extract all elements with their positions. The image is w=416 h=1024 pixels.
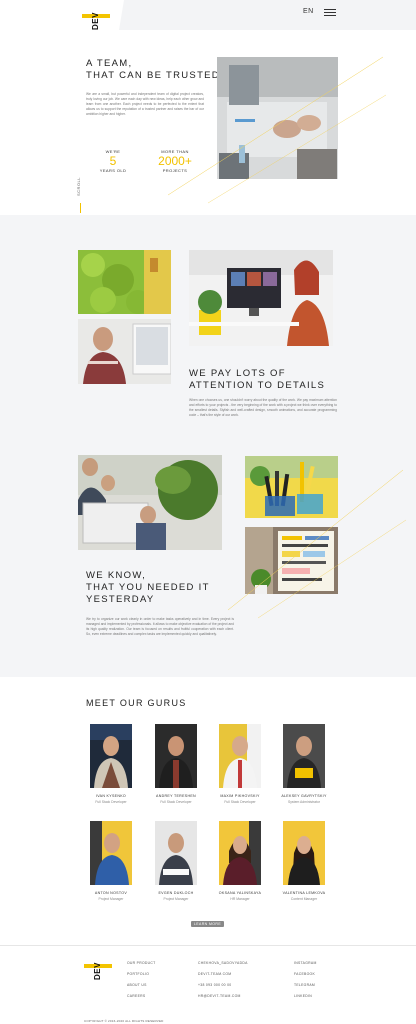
guru-name-8: VALENTINA LEMKOVA — [282, 891, 326, 895]
scroll-line — [80, 203, 81, 213]
guru-role-2: Full Stack Developer — [160, 800, 192, 804]
guru-role-7: HR Manager — [230, 897, 250, 901]
learn-more-button[interactable]: LEARN MORE — [191, 921, 224, 927]
footer-link-product[interactable]: OUR PRODUCT — [127, 961, 156, 965]
know-text: We try to organize our work clearly in o… — [86, 617, 234, 636]
guru-photo-3[interactable] — [219, 724, 261, 788]
guru-role-3: Full Stack Developer — [224, 800, 256, 804]
gurus-section — [0, 677, 416, 945]
footer-phone[interactable]: +38 093 000 00 00 — [198, 983, 231, 987]
language-switch[interactable]: EN — [303, 8, 314, 15]
details-title-line2: ATTENTION TO DETAILS — [189, 380, 326, 391]
guru-photo-2[interactable] — [155, 724, 197, 788]
guru-role-1: Full Stack Developer — [95, 800, 127, 804]
guru-photo-1[interactable] — [90, 724, 132, 788]
footer-linkedin[interactable]: LINKEDIN — [294, 994, 312, 998]
hero-title-line1: A TEAM, — [86, 58, 133, 69]
developer-at-imac-photo — [78, 319, 171, 384]
copyright-text: COPYRIGHT © 2016-2020 ALL RIGHTS RESERVE… — [84, 1019, 164, 1023]
guru-name-2: ANDREY TERESHEN — [156, 794, 196, 798]
footer-logo[interactable]: DEV — [84, 954, 114, 980]
stat-years-number: 5 — [109, 154, 117, 168]
stat-projects-number: 2000+ — [158, 154, 192, 168]
guru-role-8: Content Manager — [290, 897, 318, 901]
hero-title-line2: THAT CAN BE TRUSTED — [86, 70, 220, 81]
footer-website[interactable]: DEVIT-TEAM.COM — [198, 972, 231, 976]
guru-role-6: Project Manager — [163, 897, 189, 901]
guru-photo-4[interactable] — [283, 724, 325, 788]
designer-at-monitor-photo — [189, 250, 333, 346]
guru-name-3: MAXIM PIKHOVSKIY — [220, 794, 260, 798]
site-header: DEV EN — [0, 0, 416, 44]
guru-photo-8[interactable] — [283, 821, 325, 885]
guru-role-4: System Administrator — [287, 800, 321, 804]
know-title-line1: WE KNOW, — [86, 570, 147, 581]
footer-instagram[interactable]: INSTAGRAM — [294, 961, 317, 965]
footer-link-careers[interactable]: CAREERS — [127, 994, 146, 998]
know-title-line2: THAT YOU NEEDED IT — [86, 582, 210, 593]
logo-text: DEV — [91, 12, 100, 30]
guru-photo-7[interactable] — [219, 821, 261, 885]
guru-name-1: IVAN KYSENKO — [95, 794, 127, 798]
menu-icon[interactable] — [324, 9, 336, 17]
gurus-title: MEET OUR GURUS — [86, 698, 187, 708]
details-text: When one chooses us, one shouldn't worry… — [189, 398, 337, 417]
footer-email[interactable]: HR@DEVIT-TEAM.COM — [198, 994, 241, 998]
stat-years-bottom: YEARS OLD — [99, 168, 127, 173]
scroll-indicator[interactable]: SCROLL — [76, 177, 81, 196]
know-title-line3: YESTERDAY — [86, 594, 155, 605]
footer-telegram[interactable]: TELEGRAM — [294, 983, 315, 987]
guru-photo-6[interactable] — [155, 821, 197, 885]
hero-section — [0, 30, 416, 215]
footer-address: CHEKHOVA_SADOVYADDA — [198, 961, 248, 965]
sticky-board-photo — [245, 527, 338, 594]
guru-name-4: ALEKSEY GAVRYTSKIY — [281, 794, 327, 798]
footer-facebook[interactable]: FACEBOOK — [294, 972, 315, 976]
guru-name-6: EVGEN DUKLOCH — [158, 891, 194, 895]
footer-link-about[interactable]: ABOUT US — [127, 983, 147, 987]
team-office-photo — [78, 455, 222, 550]
logo[interactable]: DEV — [82, 4, 112, 30]
footer-link-portfolio[interactable]: PORTFOLIO — [127, 972, 149, 976]
guru-name-7: OKSANA YALINSKAYA — [218, 891, 262, 895]
pencils-cup-photo — [245, 456, 338, 518]
guru-name-5: ANTON NOSTOV — [94, 891, 128, 895]
guru-role-5: Project Manager — [98, 897, 124, 901]
hero-team-photo — [217, 57, 338, 179]
stat-projects-bottom: PROJECTS — [162, 168, 188, 173]
hero-text: We are a small, but powerful and indepen… — [86, 92, 204, 116]
moss-wall-photo — [78, 250, 171, 314]
details-title-line1: WE PAY LOTS OF — [189, 368, 286, 379]
guru-photo-5[interactable] — [90, 821, 132, 885]
footer-logo-text: DEV — [93, 962, 102, 980]
